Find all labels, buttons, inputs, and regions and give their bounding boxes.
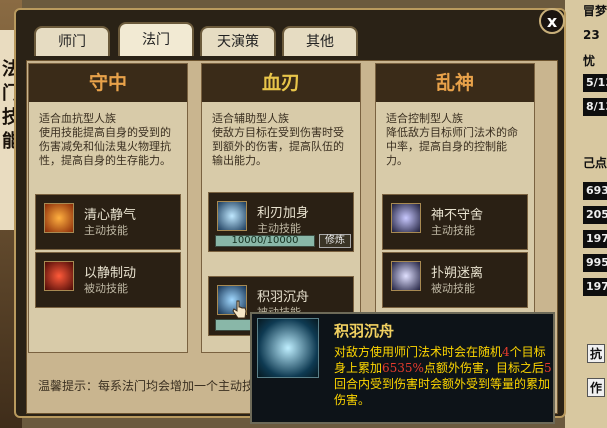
side-value: 197 — [583, 230, 607, 248]
skill-name: 神不守舍 — [431, 208, 484, 223]
skill-type: 主动技能 — [257, 222, 301, 235]
tooltip-description: 对敌方使用师门法术时会在随机4个目标身上累加6535%点额外伤害，目标之后5回合… — [334, 344, 554, 408]
skill-type: 主动技能 — [431, 224, 475, 237]
skill-type: 被动技能 — [84, 282, 128, 295]
train-button[interactable]: 修炼 — [319, 234, 351, 248]
training-progress-bar: 10000/10000 — [215, 235, 315, 247]
tab-shimen[interactable]: 师门 — [34, 26, 110, 56]
footer-hint: 温馨提示：每系法门均会增加一个主动技能 — [38, 379, 267, 393]
side-value: 205 — [583, 206, 607, 224]
tooltip-text: 对敌方使用师门法术时会在随机 — [334, 345, 503, 359]
spark-burst-icon — [391, 261, 421, 291]
skill-slot[interactable]: 利刃加身 主动技能 10000/10000 修炼 — [208, 192, 354, 252]
tooltip-text: 回合内受到伤害时会额外受到等量的累加伤害。 — [334, 377, 551, 407]
skill-name: 积羽沉舟 — [257, 290, 310, 305]
side-value: 693 — [583, 182, 607, 200]
skill-type: 主动技能 — [84, 224, 128, 237]
side-value: 995 — [583, 254, 607, 272]
column-title: 乱神 — [435, 72, 474, 94]
skill-slot[interactable]: 清心静气 主动技能 — [35, 194, 181, 250]
skill-slot[interactable]: 以静制动 被动技能 — [35, 252, 181, 308]
tab-famen[interactable]: 法门 — [118, 22, 194, 56]
tab-tianyance[interactable]: 天演策 — [200, 26, 276, 56]
side-value: 23 — [583, 28, 600, 42]
side-value: 忧 — [583, 54, 596, 68]
blade-aura-icon — [217, 201, 247, 231]
tooltip-value: 5 — [543, 361, 552, 375]
side-value: 197 — [583, 278, 607, 296]
skill-name: 扑朔迷离 — [431, 266, 484, 281]
tooltip-value: 6535% — [382, 361, 424, 375]
tooltip-title: 积羽沉舟 — [334, 322, 395, 340]
side-button[interactable]: 抗 — [587, 344, 606, 363]
skill-slot[interactable]: 神不守舍 主动技能 — [382, 194, 528, 250]
ice-pillar-icon — [257, 318, 319, 378]
side-value: 5/13 — [583, 74, 607, 92]
side-value: 冒梦 — [583, 4, 607, 18]
world-right-edge: 冒梦 23 忧 5/13 8/13 己点 693 205 197 995 197… — [565, 0, 607, 428]
column-description: 适合辅助型人族 使敌方目标在受到伤害时受到额外的伤害，提高队伍的输出能力。 — [212, 112, 344, 167]
side-value: 己点 — [583, 156, 607, 170]
ghost-figure-icon — [391, 203, 421, 233]
side-value: 8/13 — [583, 98, 607, 116]
hand-cursor-icon — [232, 300, 247, 319]
column-shouzhong: 守中 适合血抗型人族 使用技能提高自身的受到的伤害减免和仙法鬼火物理抗性，提高自… — [28, 63, 188, 353]
side-button[interactable]: 作 — [587, 378, 606, 397]
tooltip-value: 4 — [502, 345, 510, 359]
column-description: 适合控制型人族 降低敌方目标师门法术的命中率，提高自身的控制能力。 — [386, 112, 518, 167]
skill-name: 以静制动 — [84, 266, 137, 281]
column-title: 血刃 — [261, 72, 300, 94]
skill-type: 被动技能 — [431, 282, 475, 295]
column-xueren: 血刃 适合辅助型人族 使敌方目标在受到伤害时受到额外的伤害，提高队伍的输出能力。… — [201, 63, 361, 353]
skill-slot[interactable]: 扑朔迷离 被动技能 — [382, 252, 528, 308]
tab-other[interactable]: 其他 — [282, 26, 358, 56]
tooltip-text: 点额外伤害，目标之后 — [423, 361, 544, 375]
column-title: 守中 — [88, 72, 127, 94]
column-description: 适合血抗型人族 使用技能提高自身的受到的伤害减免和仙法鬼火物理抗性，提高自身的生… — [39, 112, 171, 167]
close-button[interactable]: x — [539, 8, 565, 34]
column-luanshen: 乱神 适合控制型人族 降低敌方目标师门法术的命中率，提高自身的控制能力。 神不守… — [375, 63, 535, 353]
skill-name: 利刃加身 — [257, 206, 310, 221]
flame-spirit-icon — [44, 203, 74, 233]
red-figure-icon — [44, 261, 74, 291]
skill-tooltip: 积羽沉舟 对敌方使用师门法术时会在随机4个目标身上累加6535%点额外伤害，目标… — [250, 312, 555, 424]
skill-name: 清心静气 — [84, 208, 137, 223]
